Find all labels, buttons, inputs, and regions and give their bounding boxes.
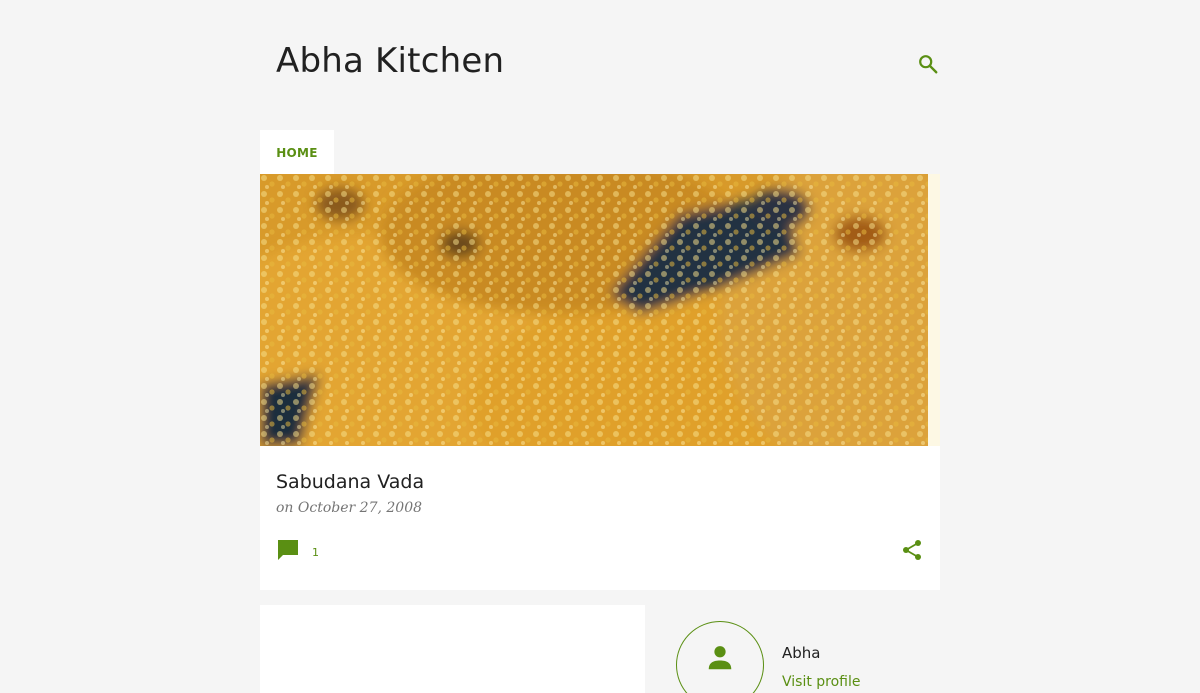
post-card: Sabudana Vada on October 27, 2008 1 [260,174,940,590]
post-image[interactable] [260,174,940,446]
food-photo [260,174,940,446]
post-date: on October 27, 2008 [276,500,423,516]
share-button[interactable] [900,538,924,562]
profile-name: Abha [782,644,821,662]
share-icon [903,540,921,560]
tab-home-label: HOME [276,146,318,160]
visit-profile-link[interactable]: Visit profile [782,674,861,690]
tab-home[interactable]: HOME [260,130,334,174]
post-title[interactable]: Sabudana Vada [276,470,424,494]
profile-avatar[interactable] [676,621,764,693]
comments-link[interactable]: 1 [276,538,319,562]
search-icon [919,55,938,74]
blog-title[interactable]: Abha Kitchen [276,38,504,84]
search-button[interactable] [914,50,942,78]
page: Abha Kitchen HOME Sabudana Vada on Octob… [0,0,1200,693]
comment-icon [278,540,298,560]
comment-count: 1 [312,545,319,559]
lower-left-card [260,605,645,693]
person-icon [708,646,732,670]
